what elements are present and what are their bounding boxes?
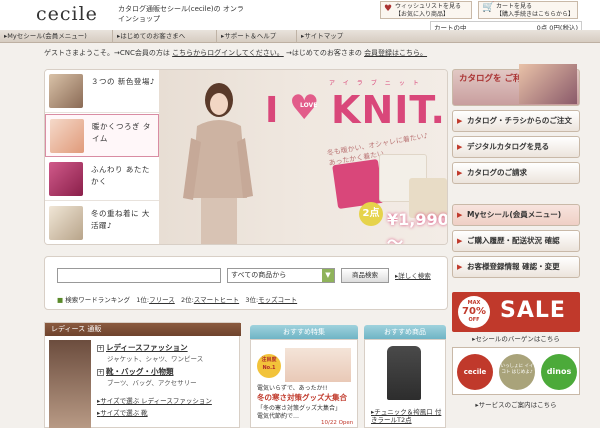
sale-badge: MAX 70% OFF bbox=[458, 296, 490, 328]
digital-catalog-button[interactable]: ▶ デジタルカタログを見る bbox=[452, 136, 580, 158]
chevron-right-icon: ▶ bbox=[457, 237, 463, 245]
brand-dinos[interactable]: dinos bbox=[541, 354, 577, 390]
hero-banner[interactable]: アイラブニット I ♥ LOVE KNIT. 冬も暖かい、オシャレに着たい♪ あ… bbox=[159, 70, 448, 245]
sweater-image bbox=[332, 159, 384, 209]
plus-icon: + bbox=[97, 345, 104, 352]
wishlist-label: ウィッシュリストを見る bbox=[395, 3, 462, 10]
nav-item-first-time[interactable]: ▸はじめてのお客さまへ bbox=[112, 30, 216, 43]
banner-price: ¥1,990～ bbox=[387, 210, 448, 245]
cart-icon: 🛒 bbox=[482, 2, 495, 13]
featured-card[interactable]: 注目度 No.1 電気いらずで、あったか!! 冬の寒さ対策グッズ大集合 「冬の寒… bbox=[250, 339, 358, 428]
theme-thumbnail bbox=[50, 119, 84, 153]
heart-icon: ♥ bbox=[384, 4, 393, 14]
order-history-button[interactable]: ▶ ご購入履歴・配送状況 確認 bbox=[452, 230, 580, 252]
chevron-right-icon: ▶ bbox=[457, 143, 463, 151]
brand-links: cecile いっしょに イイコト はじめよ♪ dinos bbox=[452, 347, 580, 395]
advanced-search-link[interactable]: ▸詳しく検索 bbox=[395, 270, 431, 280]
global-nav: ▸Myセシール(会員メニュー) ▸はじめてのお客さまへ ▸サポート＆ヘルプ ▸サ… bbox=[0, 30, 600, 43]
catalog-order-button[interactable]: ▶ カタログ・チラシからのご注文 bbox=[452, 110, 580, 132]
site-tagline: カタログ通販セシール(cecile)の オンラインショップ bbox=[118, 5, 244, 23]
hero-theme-item[interactable]: ふんわり あたたかく bbox=[45, 158, 159, 201]
bargain-link[interactable]: ▸セシールのバーゲンはこちら bbox=[452, 333, 580, 343]
banner-headline: KNIT. bbox=[331, 88, 446, 132]
ladies-category-fashion[interactable]: + レディースファッション bbox=[97, 343, 188, 352]
product-name-link[interactable]: ▸チュニック＆袴風口 付きラールT2点 bbox=[371, 408, 445, 424]
wishlist-button[interactable]: ♥ ウィッシュリストを見る 【お気に入り商品】 bbox=[380, 1, 472, 19]
brand-cecile[interactable]: cecile bbox=[457, 354, 493, 390]
welcome-message: ゲストさまようこそ。→CNC会員の方は こちらからログインしてください。 →はじ… bbox=[44, 49, 428, 57]
ranking-link[interactable]: フリース bbox=[149, 296, 175, 304]
category-description: ジャケット、シャツ、ワンピース bbox=[107, 355, 204, 363]
catalog-request-button[interactable]: ▶ カタログのご請求 bbox=[452, 162, 580, 184]
ladies-section: レディース 通販 + レディースファッション ジャケット、シャツ、ワンピース + 靴… bbox=[44, 322, 241, 428]
ladies-photo bbox=[49, 340, 91, 428]
size-fashion-link[interactable]: ▸サイズで選ぶ レディースファッション bbox=[97, 395, 212, 405]
wishlist-sublabel: 【お気に入り商品】 bbox=[395, 11, 450, 18]
ranking-link[interactable]: スマートヒート bbox=[194, 296, 239, 304]
nav-item-my-cecile[interactable]: ▸Myセシール(会員メニュー) bbox=[0, 30, 112, 43]
ranking-link[interactable]: モッズコート bbox=[258, 296, 297, 304]
tab-featured[interactable]: おすすめ特集 bbox=[250, 325, 358, 339]
banner-i: I bbox=[265, 90, 279, 131]
search-panel: すべての商品から ▼ 商品検索 ▸詳しく検索 ■ 検索ワードランキング 1位:フ… bbox=[44, 256, 448, 310]
plus-icon: + bbox=[97, 369, 104, 376]
brand-issho[interactable]: いっしょに イイコト はじめよ♪ bbox=[499, 354, 535, 390]
hero-theme-item[interactable]: ３つの 新色登場♪ bbox=[45, 70, 159, 113]
login-link[interactable]: こちらからログインしてください。 bbox=[172, 49, 284, 57]
banner-ruby: アイラブニット bbox=[329, 80, 427, 87]
banner-love: LOVE bbox=[300, 102, 318, 109]
hero-theme-item[interactable]: 冬の重ね着に 大活躍♪ bbox=[45, 202, 159, 244]
service-guide-link[interactable]: ▸サービスのご案内はこちら bbox=[452, 399, 580, 409]
ladies-category-shoes-bags[interactable]: + 靴・バッグ・小物類 bbox=[97, 367, 174, 376]
chevron-right-icon: ▶ bbox=[457, 211, 463, 219]
chevron-right-icon: ▶ bbox=[457, 117, 463, 125]
catalog-promo[interactable]: カタログを ご利用の お客さま bbox=[452, 64, 580, 106]
theme-thumbnail bbox=[49, 206, 83, 240]
ranking-badge: 注目度 No.1 bbox=[257, 354, 281, 378]
price-badge: 2点 bbox=[359, 202, 383, 226]
product-image bbox=[387, 346, 421, 400]
model-image bbox=[183, 83, 253, 244]
hero-theme-item-active[interactable]: 暖かくつろぎ タイム bbox=[45, 114, 159, 157]
cart-button[interactable]: 🛒 カートを見る 【購入手続きはこちらから】 bbox=[478, 1, 578, 19]
search-ranking: ■ 検索ワードランキング 1位:フリース 2位:スマートヒート 3位:モッズコー… bbox=[57, 296, 298, 304]
recommended-card[interactable]: ▸チュニック＆袴風口 付きラールT2点 bbox=[364, 339, 446, 428]
hero-carousel: ３つの 新色登場♪ 暖かくつろぎ タイム ふんわり あたたかく 冬の重ね着に 大… bbox=[44, 69, 448, 245]
nav-item-support[interactable]: ▸サポート＆ヘルプ bbox=[216, 30, 296, 43]
theme-thumbnail bbox=[49, 162, 83, 196]
featured-title: 冬の寒さ対策グッズ大集合 bbox=[257, 393, 347, 402]
chevron-down-icon: ▼ bbox=[322, 269, 334, 282]
ladies-section-title: レディース 通販 bbox=[45, 323, 241, 336]
my-cecile-button[interactable]: ▶ Myセシール(会員メニュー) bbox=[452, 204, 580, 226]
search-category-select[interactable]: すべての商品から ▼ bbox=[227, 268, 335, 283]
featured-date: 10/22 Open bbox=[321, 420, 354, 426]
theme-thumbnail bbox=[49, 74, 83, 108]
account-info-button[interactable]: ▶ お客様登録情報 確認・変更 bbox=[452, 256, 580, 278]
search-input[interactable] bbox=[57, 268, 221, 283]
sale-word: SALE bbox=[500, 298, 566, 323]
nav-item-sitemap[interactable]: ▸サイトマップ bbox=[296, 30, 356, 43]
search-button[interactable]: 商品検索 bbox=[341, 268, 389, 283]
chevron-right-icon: ▶ bbox=[457, 169, 463, 177]
chevron-right-icon: ▶ bbox=[457, 263, 463, 271]
sale-banner[interactable]: MAX 70% OFF SALE bbox=[452, 292, 580, 332]
featured-image bbox=[285, 348, 351, 382]
tab-recommended[interactable]: おすすめ商品 bbox=[364, 325, 446, 339]
search-icon: ■ bbox=[57, 296, 64, 304]
size-shoes-link[interactable]: ▸サイズで選ぶ 靴 bbox=[97, 407, 148, 417]
register-link[interactable]: 会員登録はこちら。 bbox=[364, 49, 427, 57]
cart-sublabel: 【購入手続きはこちらから】 bbox=[496, 11, 575, 18]
site-logo[interactable]: cecile bbox=[36, 3, 98, 25]
catalog-books-image bbox=[519, 64, 577, 104]
category-description: ブーツ、バッグ、アクセサリー bbox=[107, 379, 197, 387]
cart-label: カートを見る bbox=[496, 3, 533, 10]
